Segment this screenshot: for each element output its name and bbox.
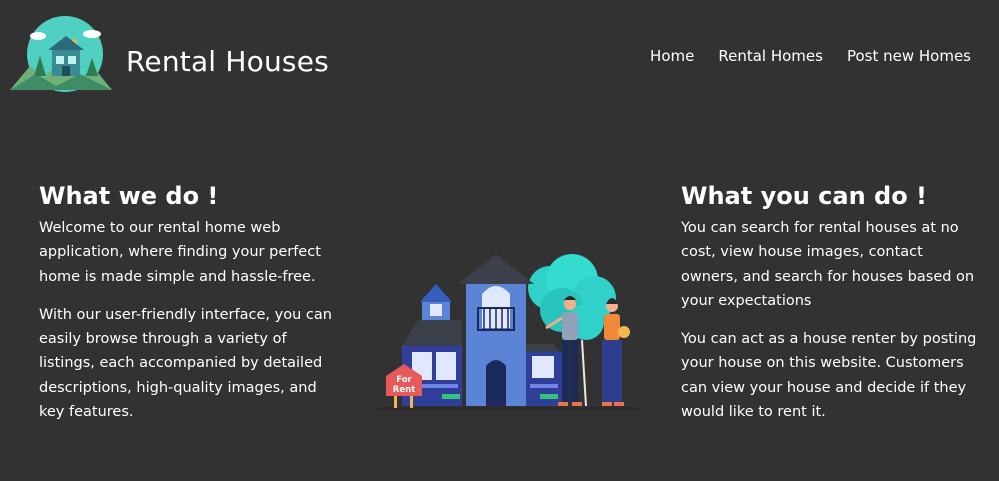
nav-post-new-homes[interactable]: Post new Homes bbox=[847, 44, 971, 68]
what-we-do-paragraph-1: Welcome to our rental home web applicati… bbox=[39, 220, 321, 285]
what-we-do-paragraph-2: With our user-friendly interface, you ca… bbox=[39, 306, 332, 421]
nav-home[interactable]: Home bbox=[650, 44, 694, 68]
main-nav: Home Rental Homes Post new Homes bbox=[650, 44, 971, 68]
what-we-do-section: What we do ! Welcome to our rental home … bbox=[39, 178, 339, 438]
what-you-can-do-paragraph-2: You can act as a house renter by posting… bbox=[681, 331, 977, 421]
what-you-can-do-heading: What you can do ! bbox=[681, 182, 927, 210]
sign-text-for: For bbox=[396, 375, 412, 385]
sign-text-rent: Rent bbox=[393, 385, 415, 395]
house-rental-illustration: For Rent bbox=[378, 254, 638, 410]
house-logo-icon[interactable] bbox=[10, 16, 112, 92]
what-we-do-heading: What we do ! bbox=[39, 182, 219, 210]
nav-rental-homes[interactable]: Rental Homes bbox=[718, 44, 823, 68]
what-you-can-do-section: What you can do ! You can search for ren… bbox=[681, 178, 981, 438]
site-header: Rental Houses Home Rental Homes Post new… bbox=[0, 0, 999, 110]
what-you-can-do-paragraph-1: You can search for rental houses at no c… bbox=[681, 220, 975, 309]
site-title: Rental Houses bbox=[126, 45, 329, 78]
